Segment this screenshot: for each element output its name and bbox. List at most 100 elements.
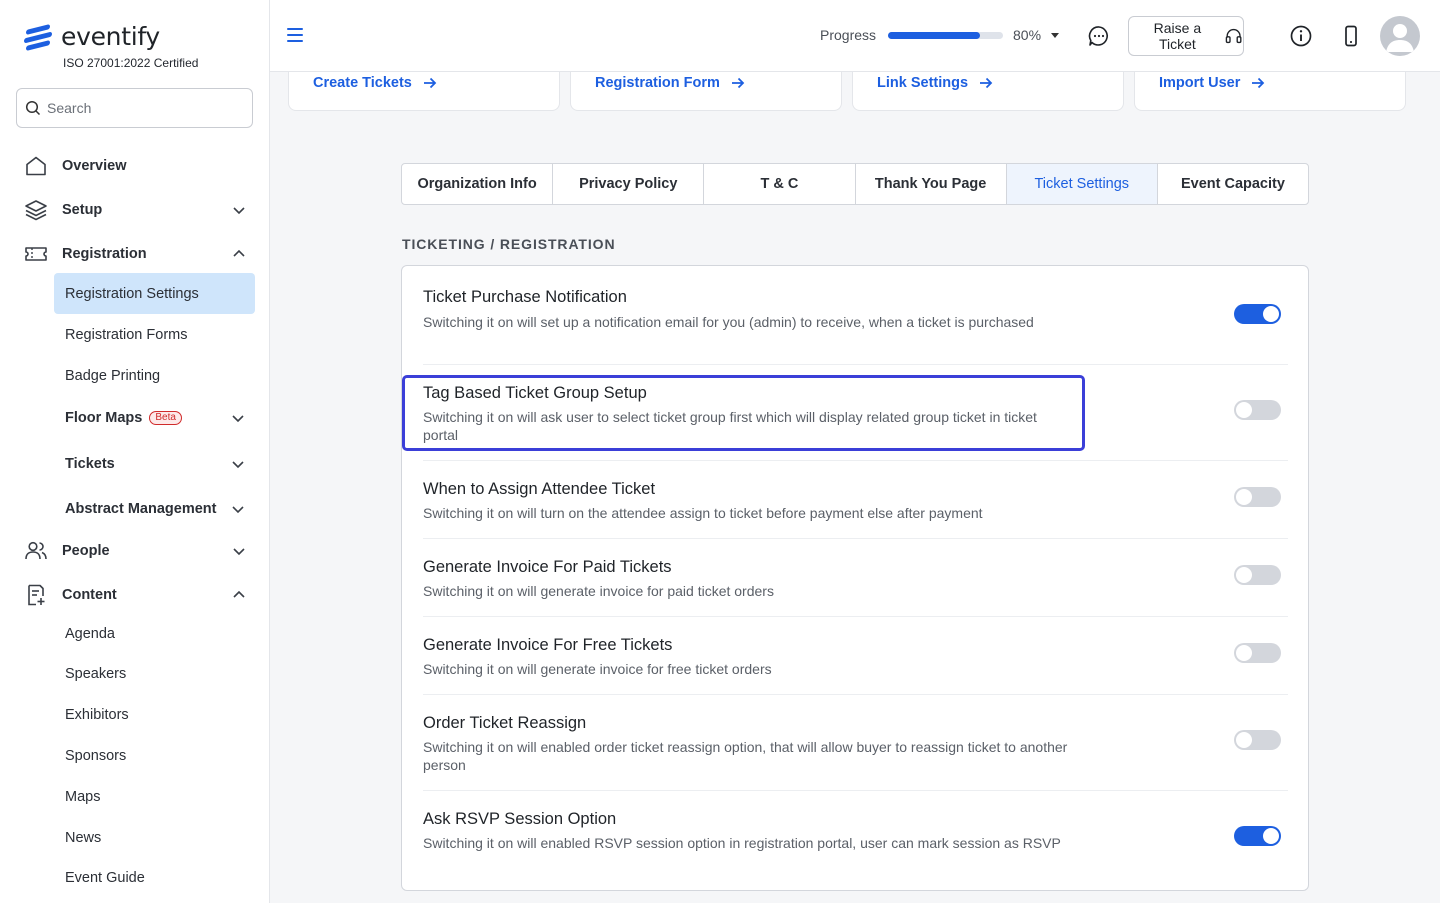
chevron-up-icon [233,590,245,598]
arrow-right-icon [980,77,993,89]
caret-down-icon[interactable] [1051,33,1059,38]
info-icon[interactable] [1289,24,1313,48]
tab-terms-conditions[interactable]: T & C [704,164,856,204]
chevron-down-icon [232,506,244,514]
search-box[interactable] [16,88,253,128]
setting-description: Switching it on will enabled order ticke… [423,739,1068,773]
setting-toggle[interactable] [1234,730,1281,750]
setting-title: Order Ticket Reassign [423,714,587,732]
setting-description: Switching it on will set up a notificati… [423,314,1034,330]
nav-maps[interactable]: Maps [65,787,245,807]
nav-overview-label: Overview [62,158,127,174]
nav-news-label: News [65,830,102,846]
setting-row: Ticket Purchase Notification Switching i… [423,266,1288,365]
chevron-up-icon [233,249,245,257]
ticket-icon [25,247,47,261]
nav-badge-printing[interactable]: Badge Printing [65,366,245,386]
section-title: TICKETING / REGISTRATION [402,236,616,252]
nav-exhibitors[interactable]: Exhibitors [65,705,245,725]
nav-sponsors-label: Sponsors [65,748,127,764]
nav-agenda[interactable]: Agenda [65,624,245,644]
nav-registration[interactable]: Registration [24,242,246,266]
create-tickets-link[interactable]: Create Tickets [313,75,438,91]
menu-icon[interactable] [287,28,303,43]
setting-title: When to Assign Attendee Ticket [423,480,656,498]
chat-icon[interactable] [1087,24,1111,48]
raise-ticket-label: Raise a Ticket [1153,20,1202,52]
tab-ticket-settings[interactable]: Ticket Settings [1006,164,1158,204]
search-icon [25,100,41,116]
arrow-right-icon [1252,77,1265,89]
eventify-logo-icon [24,23,54,51]
setting-toggle[interactable] [1234,826,1281,846]
setting-row: Generate Invoice For Free Tickets Switch… [423,617,1288,695]
setting-title: Generate Invoice For Free Tickets [423,636,673,654]
arrow-right-icon [731,77,745,89]
import-user-label: Import User [1159,75,1241,91]
registration-form-label: Registration Form [595,75,720,91]
nav-registration-settings[interactable]: Registration Settings [65,284,245,304]
import-user-link[interactable]: Import User [1159,75,1266,91]
progress-label: Progress [820,27,877,43]
nav-setup[interactable]: Setup [24,198,246,222]
tab-privacy-policy[interactable]: Privacy Policy [553,164,705,204]
raise-ticket-button[interactable]: Raise a Ticket [1128,16,1244,56]
tab-organization-info[interactable]: Organization Info [402,164,554,204]
home-icon [26,156,46,176]
setting-toggle[interactable] [1234,304,1281,324]
setting-toggle[interactable] [1234,487,1281,507]
user-icon [1386,24,1414,52]
nav-sponsors[interactable]: Sponsors [65,746,245,766]
setting-description: Switching it on will generate invoice fo… [423,583,774,599]
setting-title: Ticket Purchase Notification [423,288,627,306]
setting-title: Ask RSVP Session Option [423,810,617,828]
nav-abstract-management[interactable]: Abstract Management [65,499,245,519]
setting-toggle[interactable] [1234,643,1281,663]
nav-event-guide-label: Event Guide [65,870,145,886]
nav-registration-label: Registration [62,246,147,262]
certification-label: ISO 27001:2022 Certified [63,56,199,70]
setting-description: Switching it on will turn on the attende… [423,505,983,521]
progress-percent[interactable]: 80% [1013,27,1041,43]
nav-registration-forms[interactable]: Registration Forms [65,325,245,345]
user-avatar[interactable] [1380,16,1420,56]
setting-row: Generate Invoice For Paid Tickets Switch… [423,539,1288,617]
nav-floor-maps[interactable]: Floor Maps Beta [65,408,245,428]
registration-form-link[interactable]: Registration Form [595,75,746,91]
document-edit-icon [28,584,45,606]
chevron-down-icon [233,548,245,556]
nav-setup-label: Setup [62,202,103,218]
setting-row: Ask RSVP Session Option Switching it on … [423,791,1288,890]
nav-registration-settings-label: Registration Settings [65,286,199,302]
nav-content-label: Content [62,587,117,603]
nav-news[interactable]: News [65,828,245,848]
setting-title: Generate Invoice For Paid Tickets [423,558,672,576]
search-input[interactable] [47,100,237,116]
nav-maps-label: Maps [65,789,101,805]
progress-bar-fill [888,32,980,39]
nav-content[interactable]: Content [24,583,246,607]
beta-badge: Beta [149,411,182,425]
setting-row: Order Ticket Reassign Switching it on wi… [423,695,1288,791]
nav-speakers[interactable]: Speakers [65,664,245,684]
nav-event-guide[interactable]: Event Guide [65,868,245,888]
headset-icon [1225,28,1242,44]
create-tickets-label: Create Tickets [313,75,412,91]
link-settings-label: Link Settings [877,75,969,91]
tab-event-capacity[interactable]: Event Capacity [1158,164,1308,204]
chevron-down-icon [233,207,245,215]
nav-badge-printing-label: Badge Printing [65,368,161,384]
nav-people[interactable]: People [24,539,246,563]
link-settings-link[interactable]: Link Settings [877,75,994,91]
tab-thank-you-page[interactable]: Thank You Page [856,164,1007,204]
mobile-icon[interactable] [1339,24,1363,48]
nav-tickets[interactable]: Tickets [65,454,245,474]
setting-toggle[interactable] [1234,400,1281,420]
brand-logo[interactable]: eventify [24,22,160,51]
focus-highlight [402,375,1085,451]
settings-tabs: Organization Info Privacy Policy T & C T… [401,163,1309,205]
nav-overview[interactable]: Overview [24,154,246,178]
setting-toggle[interactable] [1234,565,1281,585]
progress-bar [888,32,1003,39]
chevron-down-icon [232,461,244,469]
